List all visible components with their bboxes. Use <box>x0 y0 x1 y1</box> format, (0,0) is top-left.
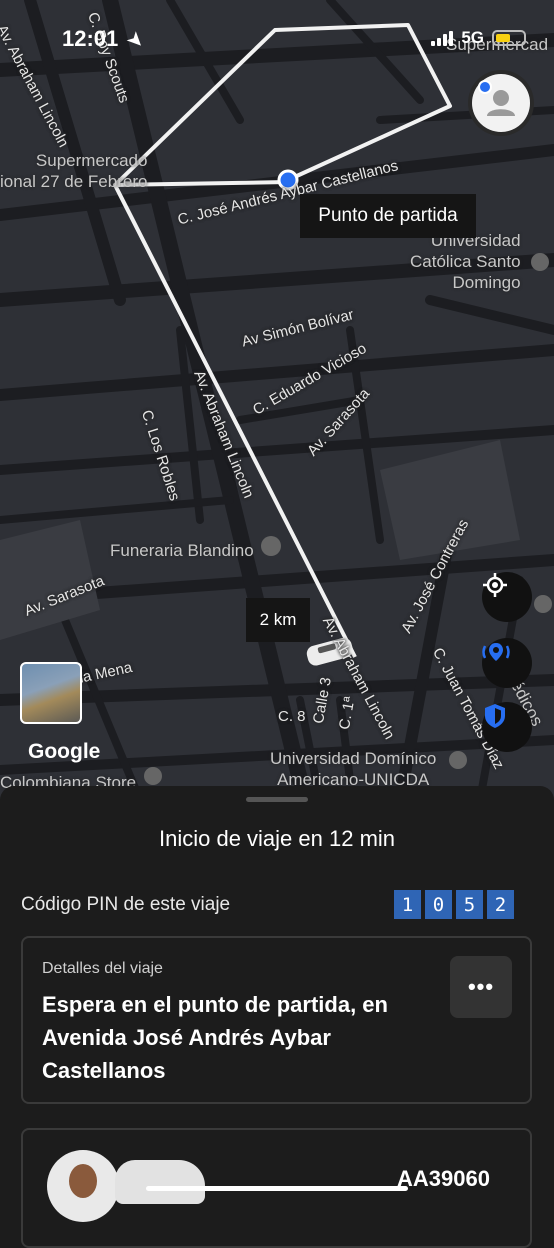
recenter-button[interactable] <box>482 572 532 622</box>
google-logo: Google <box>28 740 101 763</box>
street-label: C. 8 <box>278 708 306 725</box>
pin-code: 1 0 5 2 <box>394 890 514 919</box>
status-bar: 12:01 ➤ 5G <box>0 24 554 54</box>
poi-unicda: Universidad Domínico Americano-UNICDA <box>270 749 437 789</box>
pickup-point-label: Punto de partida <box>300 194 476 238</box>
map-view[interactable]: Av. Abraham Lincoln C. Boy Scouts C. Jos… <box>0 0 554 800</box>
poi-supermercado: Supermercado ional 27 de Febrero <box>0 151 148 191</box>
signal-icon <box>431 30 454 46</box>
battery-icon <box>492 30 526 46</box>
share-location-icon <box>482 643 510 661</box>
safety-button[interactable] <box>482 702 532 752</box>
location-arrow-icon: ➤ <box>123 27 149 53</box>
trip-sheet[interactable]: Inicio de viaje en 12 min Código PIN de … <box>0 786 554 1248</box>
more-icon: ••• <box>467 974 495 999</box>
street-view-thumbnail[interactable] <box>20 662 82 724</box>
share-location-button[interactable] <box>482 638 532 688</box>
network-type: 5G <box>461 28 484 47</box>
pin-digit: 0 <box>425 890 452 919</box>
trip-details-text: Espera en el punto de partida, en Avenid… <box>42 992 388 1083</box>
pin-digit: 2 <box>487 890 514 919</box>
trip-details-card: Detalles del viaje Espera en el punto de… <box>21 936 532 1104</box>
driver-avatar <box>47 1150 119 1222</box>
trip-details-label: Detalles del viaje <box>42 960 163 977</box>
notification-dot <box>478 80 492 94</box>
home-indicator[interactable] <box>146 1186 408 1191</box>
sheet-handle[interactable] <box>246 797 308 802</box>
poi-funeraria: Funeraria Blandino <box>110 541 254 560</box>
pin-digit: 5 <box>456 890 483 919</box>
license-plate: AA39060 <box>397 1166 490 1191</box>
crosshair-icon <box>483 573 507 597</box>
more-options-button[interactable]: ••• <box>450 956 512 1018</box>
distance-label: 2 km <box>246 598 310 642</box>
car-icon <box>115 1160 205 1204</box>
trip-start-title: Inicio de viaje en 12 min <box>158 826 396 851</box>
pin-digit: 1 <box>394 890 421 919</box>
status-time: 12:01 ➤ <box>62 26 149 53</box>
pin-label: Código PIN de este viaje <box>21 894 231 915</box>
status-time-text: 12:01 <box>62 26 119 51</box>
poi-universidad-catolica: Universidad Católica Santo Domingo <box>410 231 521 292</box>
shield-icon <box>485 704 505 728</box>
profile-button[interactable] <box>472 74 530 132</box>
